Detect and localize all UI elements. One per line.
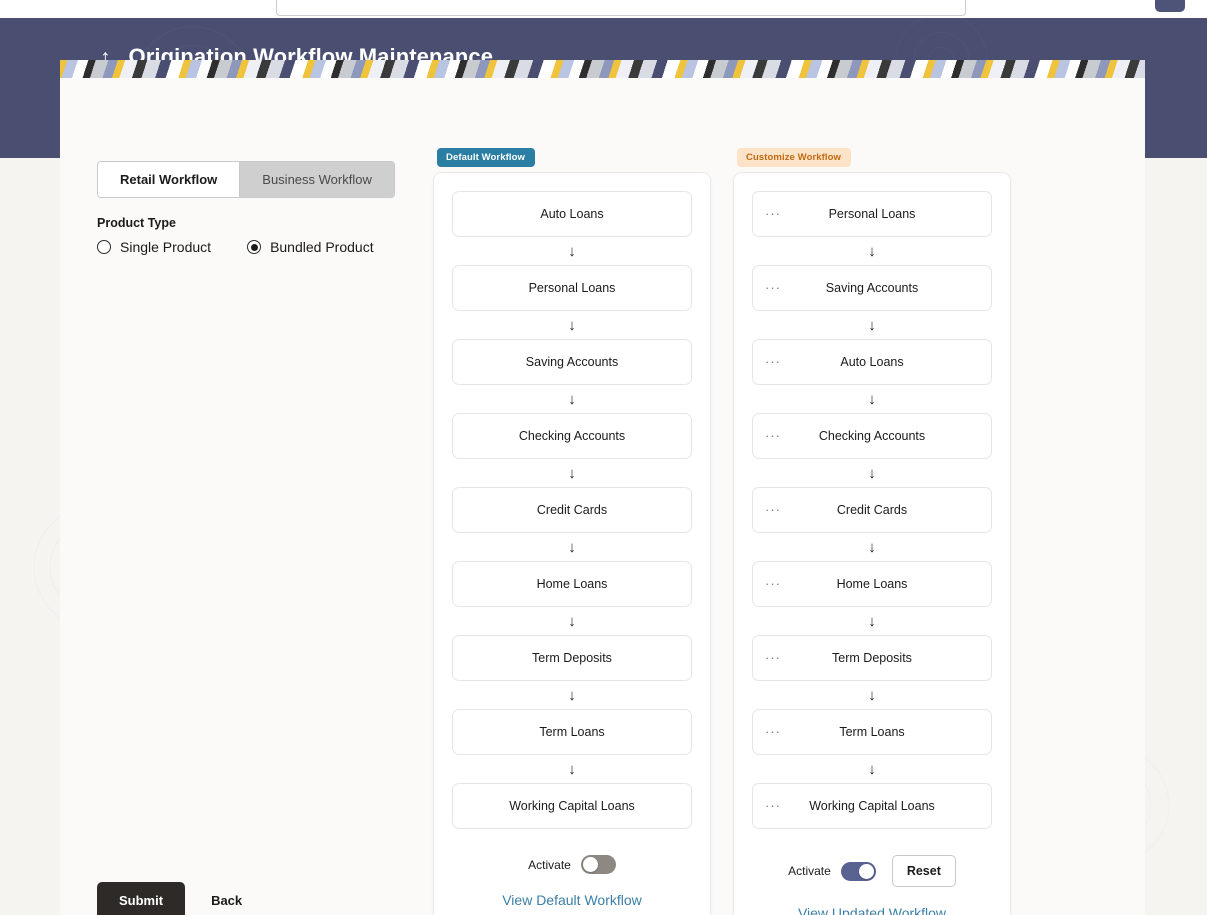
back-button[interactable]: Back: [211, 893, 242, 908]
default-workflow-step-label: Term Loans: [539, 725, 605, 739]
top-right-action-button[interactable]: [1155, 0, 1185, 12]
default-workflow-step-label: Term Deposits: [532, 651, 612, 665]
default-workflow-step[interactable]: Term Deposits: [452, 635, 692, 681]
customize-workflow-card: ··· Personal Loans ↓ ··· Saving Accounts ↓ ···…: [733, 172, 1011, 915]
default-workflow-step[interactable]: Term Loans: [452, 709, 692, 755]
radio-single-product[interactable]: Single Product: [97, 239, 211, 255]
default-workflow-step-label: Working Capital Loans: [509, 799, 635, 813]
content-panel: Retail Workflow Business Workflow Produc…: [60, 60, 1145, 915]
view-default-workflow-link[interactable]: View Default Workflow: [452, 892, 692, 908]
default-workflow-step[interactable]: Home Loans: [452, 561, 692, 607]
customize-activate-row: Activate Reset: [752, 855, 992, 887]
default-workflow-step-label: Checking Accounts: [518, 429, 626, 443]
app-root: ↑ Origination Workflow Maintenance Retai…: [0, 0, 1207, 915]
customize-workflow-step-label: Credit Cards: [836, 503, 908, 517]
default-workflow-badge: Default Workflow: [437, 148, 536, 167]
customize-workflow-step-label: Working Capital Loans: [809, 799, 935, 813]
product-type-label: Product Type: [97, 216, 176, 230]
default-workflow-step-label: Saving Accounts: [525, 355, 619, 369]
flow-arrow-down-icon: ↓: [568, 243, 576, 260]
toggle-knob: [858, 863, 874, 879]
flow-arrow-down-icon: ↓: [868, 613, 876, 630]
customize-workflow-step-label: Term Loans: [839, 725, 905, 739]
customize-workflow-step[interactable]: ··· Auto Loans: [752, 339, 992, 385]
global-search-input[interactable]: [276, 0, 966, 16]
customize-workflow-step-label: Checking Accounts: [818, 429, 926, 443]
default-activate-row: Activate: [452, 855, 692, 874]
default-workflow-step-label: Credit Cards: [536, 503, 608, 517]
customize-workflow-step[interactable]: ··· Saving Accounts: [752, 265, 992, 311]
flow-arrow-down-icon: ↓: [868, 687, 876, 704]
decorative-stripe-banner: [60, 60, 1145, 78]
customize-workflow-step-label: Home Loans: [836, 577, 908, 591]
default-workflow-step[interactable]: Credit Cards: [452, 487, 692, 533]
default-workflow-card: Auto Loans ↓ Personal Loans ↓ Saving Account…: [433, 172, 711, 915]
flow-arrow-down-icon: ↓: [568, 465, 576, 482]
customize-workflow-step[interactable]: ··· Home Loans: [752, 561, 992, 607]
customize-workflow-step[interactable]: ··· Credit Cards: [752, 487, 992, 533]
customize-workflow-column: Customize Workflow ··· Personal Loans ↓ ···…: [733, 147, 1011, 915]
default-workflow-step-label: Personal Loans: [528, 281, 616, 295]
customize-workflow-steps: ··· Personal Loans ↓ ··· Saving Accounts ↓ ···…: [752, 191, 992, 829]
flow-arrow-down-icon: ↓: [568, 317, 576, 334]
customize-workflow-step[interactable]: ··· Term Deposits: [752, 635, 992, 681]
flow-arrow-down-icon: ↓: [868, 391, 876, 408]
customize-workflow-step[interactable]: ··· Working Capital Loans: [752, 783, 992, 829]
default-workflow-step-label: Home Loans: [536, 577, 608, 591]
radio-bundled-product[interactable]: Bundled Product: [247, 239, 374, 255]
default-workflow-steps: Auto Loans ↓ Personal Loans ↓ Saving Account…: [452, 191, 692, 829]
default-workflow-step-label: Auto Loans: [540, 207, 604, 221]
customize-activate-label: Activate: [788, 864, 831, 878]
top-chrome-strip: [0, 0, 1207, 18]
default-workflow-step[interactable]: Working Capital Loans: [452, 783, 692, 829]
radio-checked-icon: [247, 240, 262, 254]
flow-arrow-down-icon: ↓: [868, 317, 876, 334]
default-workflow-step[interactable]: Auto Loans: [452, 191, 692, 237]
customize-workflow-step-label: Auto Loans: [840, 355, 904, 369]
toggle-knob: [582, 857, 598, 872]
view-updated-workflow-link[interactable]: View Updated Workflow: [752, 905, 992, 915]
flow-arrow-down-icon: ↓: [868, 539, 876, 556]
default-workflow-step[interactable]: Personal Loans: [452, 265, 692, 311]
flow-arrow-down-icon: ↓: [568, 687, 576, 704]
reset-button[interactable]: Reset: [891, 855, 956, 887]
customize-workflow-step-label: Saving Accounts: [825, 281, 919, 295]
customize-workflow-step[interactable]: ··· Checking Accounts: [752, 413, 992, 459]
panel-body: Retail Workflow Business Workflow Produc…: [60, 78, 1145, 915]
default-workflow-column: Default Workflow Auto Loans ↓ Personal Loa…: [433, 147, 711, 915]
radio-single-product-label: Single Product: [120, 239, 212, 255]
tab-retail-workflow[interactable]: Retail Workflow: [98, 162, 240, 197]
flow-arrow-down-icon: ↓: [868, 761, 876, 778]
default-activate-label: Activate: [528, 857, 571, 872]
submit-button[interactable]: Submit: [97, 882, 186, 915]
flow-arrow-down-icon: ↓: [868, 243, 876, 260]
radio-unchecked-icon: [97, 240, 111, 254]
product-type-field: Product Type Single Product Bundled Prod…: [97, 216, 374, 255]
radio-bundled-product-label: Bundled Product: [270, 239, 374, 255]
form-footer: Submit Back: [97, 882, 242, 915]
default-workflow-step[interactable]: Checking Accounts: [452, 413, 692, 459]
flow-arrow-down-icon: ↓: [568, 391, 576, 408]
customize-activate-toggle[interactable]: [840, 861, 876, 881]
flow-arrow-down-icon: ↓: [568, 761, 576, 778]
flow-arrow-down-icon: ↓: [568, 613, 576, 630]
default-workflow-step[interactable]: Saving Accounts: [452, 339, 692, 385]
default-activate-toggle[interactable]: [580, 855, 616, 874]
customize-workflow-step[interactable]: ··· Personal Loans: [752, 191, 992, 237]
customize-workflow-step-label: Term Deposits: [832, 651, 912, 665]
customize-workflow-badge: Customize Workflow: [737, 148, 852, 167]
workflow-type-tabs: Retail Workflow Business Workflow: [97, 161, 395, 198]
product-type-radio-group: Single Product Bundled Product: [97, 239, 374, 255]
customize-workflow-step[interactable]: ··· Term Loans: [752, 709, 992, 755]
tab-business-workflow[interactable]: Business Workflow: [239, 162, 394, 197]
flow-arrow-down-icon: ↓: [868, 465, 876, 482]
flow-arrow-down-icon: ↓: [568, 539, 576, 556]
customize-workflow-step-label: Personal Loans: [828, 207, 916, 221]
